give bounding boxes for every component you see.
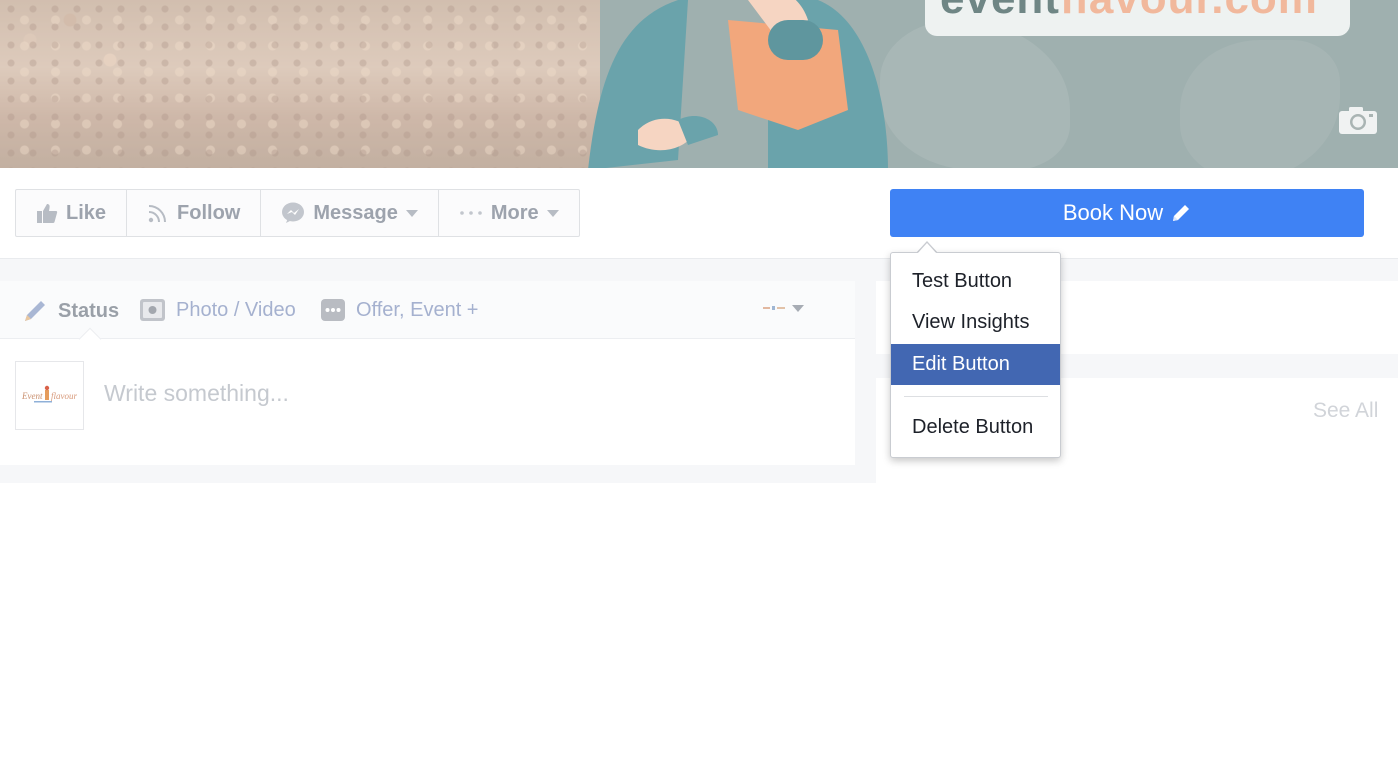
page-logo-icon: Event flavour (21, 385, 77, 402)
cover-domain-text: eventflavour.com (940, 0, 1318, 24)
avatar[interactable]: Event flavour (15, 361, 84, 430)
pencil-icon (1173, 205, 1190, 221)
tab-offer-event[interactable]: Offer, Event + (320, 298, 478, 322)
message-button[interactable]: Message (261, 190, 439, 236)
more-button[interactable]: More (439, 190, 579, 236)
follow-label: Follow (177, 201, 241, 224)
cover-domain-part: event (940, 0, 1060, 23)
like-button[interactable]: Like (16, 190, 128, 236)
pencil-icon (25, 301, 45, 321)
thumbs-up-icon (37, 204, 58, 223)
tab-status-label: Status (58, 299, 120, 322)
page-actions-group: Like Follow Message More (15, 189, 580, 237)
see-all-link[interactable]: See All (1313, 399, 1378, 423)
more-dots-icon (460, 211, 482, 215)
chevron-down-icon (405, 209, 418, 217)
camera-icon (140, 299, 165, 321)
cover-domain-part: flavour.com (1060, 0, 1318, 23)
menu-item-view-insights[interactable]: View Insights (891, 302, 1060, 343)
book-now-label: Book Now (1062, 200, 1164, 225)
like-label: Like (66, 201, 107, 224)
svg-text:Event: Event (21, 391, 43, 401)
message-label: Message (313, 201, 398, 224)
chevron-down-icon (546, 209, 559, 217)
posting-as-selector[interactable] (762, 300, 804, 316)
menu-item-delete-button[interactable]: Delete Button (891, 407, 1060, 448)
cover-crowd-fade (0, 0, 660, 168)
tab-photo-label: Photo / Video (176, 298, 296, 321)
menu-item-edit-button[interactable]: Edit Button (891, 344, 1060, 385)
composer-input[interactable]: Write something... (104, 380, 289, 407)
dropdown-arrow (917, 243, 937, 254)
messenger-icon (282, 202, 305, 223)
cover-illustration-person (588, 0, 888, 168)
menu-item-test-button[interactable]: Test Button (891, 261, 1060, 302)
tab-offer-label: Offer, Event + (356, 298, 479, 321)
chevron-down-icon (792, 304, 804, 312)
camera-icon[interactable] (1337, 104, 1379, 136)
svg-text:flavour: flavour (51, 391, 77, 401)
more-label: More (490, 201, 539, 224)
page-logo-icon (763, 306, 785, 310)
cover-map-continent (1180, 40, 1340, 168)
follow-button[interactable]: Follow (127, 190, 262, 236)
page: eventflavour.com Like Follow (0, 0, 1398, 769)
more-options-icon (321, 299, 345, 321)
book-now-button[interactable]: Book Now (890, 189, 1364, 237)
cover-photo: eventflavour.com (0, 0, 1398, 168)
tab-photo-video[interactable]: Photo / Video (139, 298, 296, 322)
rss-icon (148, 205, 167, 223)
menu-divider (904, 396, 1048, 397)
tab-status[interactable]: Status (22, 298, 119, 324)
